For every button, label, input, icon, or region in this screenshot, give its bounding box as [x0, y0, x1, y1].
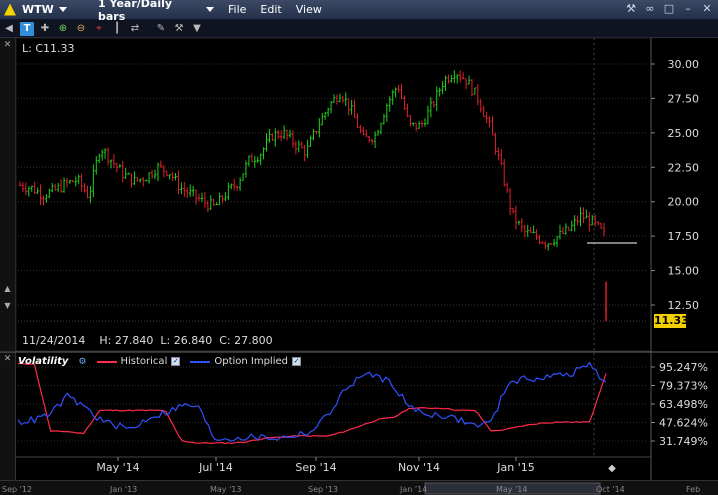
- implied-label: Option Implied: [214, 356, 288, 367]
- historical-checkbox[interactable]: ✓: [171, 357, 181, 366]
- price-label: L: C11.33: [22, 42, 75, 55]
- price-tick-label: 25.00: [668, 127, 700, 140]
- x-tick-label: Nov '14: [398, 461, 440, 474]
- x-tick-label: Jan '15: [496, 461, 534, 474]
- price-tick-label: 15.00: [668, 265, 700, 278]
- volatility-legend: Volatility ⚙ Historical ✓ Option Implied…: [18, 355, 301, 368]
- ohlc-high: H: 27.840: [99, 334, 154, 347]
- scroll-date-label: Sep '12: [2, 485, 32, 494]
- time-scrollbar[interactable]: Sep '12 Jan '13 May '13 Sep '13 Jan '14 May '…: [0, 480, 718, 495]
- price-tick-label: 30.00: [668, 58, 700, 71]
- vol-tick-label: 47.624%: [659, 416, 708, 429]
- vol-tick-label: 79.373%: [659, 379, 708, 392]
- historical-swatch: [96, 360, 117, 363]
- implied-checkbox[interactable]: ✓: [292, 357, 301, 366]
- chart-canvas[interactable]: 30.00 27.50 25.00 22.50 20.00 17.50 15.00 12.50…: [0, 0, 718, 495]
- price-tick-label: 20.00: [668, 196, 700, 209]
- volatility-title: Volatility: [18, 356, 69, 367]
- scroll-end-icon: ◆: [608, 463, 616, 474]
- price-tick-label: 27.50: [668, 92, 700, 105]
- scroll-date-label: Feb: [686, 485, 700, 494]
- price-tick-label: 22.50: [668, 161, 700, 174]
- ohlc-date: 11/24/2014: [22, 334, 86, 347]
- price-tick-label: 12.50: [668, 299, 700, 312]
- price-plot-area: [15, 37, 652, 352]
- scroll-date-label: Jan '14: [399, 485, 427, 494]
- vol-tick-label: 63.498%: [659, 398, 708, 411]
- implied-vol-line: [17, 361, 607, 442]
- scroll-date-label: Sep '13: [308, 485, 338, 494]
- scroll-date-label: Jan '13: [109, 485, 137, 494]
- last-price-tag: 11.33: [654, 314, 689, 328]
- scroll-date-label: Oct '14: [596, 485, 625, 494]
- settings-small-icon[interactable]: ⚙: [78, 357, 86, 367]
- scroll-date-label: May '14: [496, 485, 527, 494]
- implied-swatch: [190, 360, 211, 363]
- ohlc-readout: 11/24/2014 H: 27.840 L: 26.840 C: 27.800: [22, 334, 273, 347]
- ohlc-close: C: 27.800: [219, 334, 273, 347]
- x-tick-label: May '14: [96, 461, 139, 474]
- vol-tick-label: 95.247%: [659, 361, 708, 374]
- x-tick-label: Sep '14: [295, 461, 336, 474]
- scroll-date-label: May '13: [210, 485, 241, 494]
- vol-tick-label: 31.749%: [659, 435, 708, 448]
- x-tick-label: Jul '14: [198, 461, 233, 474]
- historical-label: Historical: [120, 356, 168, 367]
- ohlc-low: L: 26.840: [160, 334, 213, 347]
- price-tick-label: 17.50: [668, 230, 700, 243]
